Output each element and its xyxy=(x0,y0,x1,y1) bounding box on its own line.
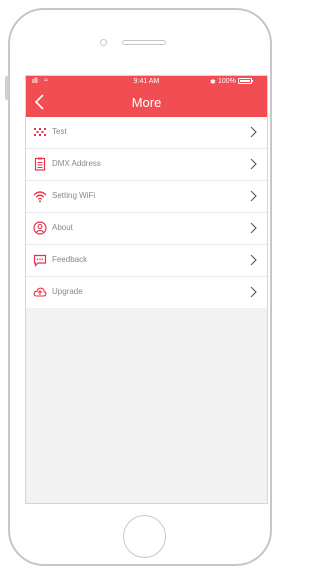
menu-list: Test DMX Address Setting WiFi About Feed… xyxy=(26,117,267,308)
menu-item-setting-wifi[interactable]: Setting WiFi xyxy=(26,181,267,213)
menu-item-label: About xyxy=(52,223,73,232)
battery-cap xyxy=(252,80,253,82)
wifi-icon xyxy=(33,191,47,203)
user-circle-icon xyxy=(33,221,47,235)
menu-item-dmx-address[interactable]: DMX Address xyxy=(26,149,267,181)
chevron-right-icon xyxy=(250,190,257,202)
chevron-right-icon xyxy=(250,222,257,234)
chevron-right-icon xyxy=(250,158,257,170)
front-camera xyxy=(100,39,107,46)
battery-percent: 100% xyxy=(218,78,236,85)
clipboard-icon xyxy=(34,157,46,171)
bluetooth-icon: ✱ xyxy=(210,79,216,86)
menu-item-label: Test xyxy=(52,127,67,136)
menu-item-label: Feedback xyxy=(52,255,88,264)
chevron-right-icon xyxy=(250,286,257,298)
status-bar: ıll ≈ 9:41 AM ✱ 100% xyxy=(26,76,267,89)
side-button xyxy=(5,76,9,100)
chat-icon xyxy=(33,254,47,267)
nav-header: ıll ≈ 9:41 AM ✱ 100% More xyxy=(26,76,267,117)
page-title: More xyxy=(131,95,162,110)
chevron-right-icon xyxy=(250,126,257,138)
earpiece-speaker xyxy=(122,40,166,45)
menu-item-about[interactable]: About xyxy=(26,213,267,245)
home-button[interactable] xyxy=(123,515,166,558)
menu-item-upgrade[interactable]: Upgrade xyxy=(26,277,267,308)
menu-item-feedback[interactable]: Feedback xyxy=(26,245,267,277)
menu-item-label: Upgrade xyxy=(52,287,83,296)
cloud-upload-icon xyxy=(33,287,47,297)
menu-item-label: Setting WiFi xyxy=(52,191,96,200)
battery-icon xyxy=(238,78,252,84)
test-icon xyxy=(34,128,46,136)
menu-item-label: DMX Address xyxy=(52,159,101,168)
chevron-right-icon xyxy=(250,254,257,266)
app-screen: ıll ≈ 9:41 AM ✱ 100% More Test DMX Addre… xyxy=(25,75,268,504)
menu-item-test[interactable]: Test xyxy=(26,117,267,149)
